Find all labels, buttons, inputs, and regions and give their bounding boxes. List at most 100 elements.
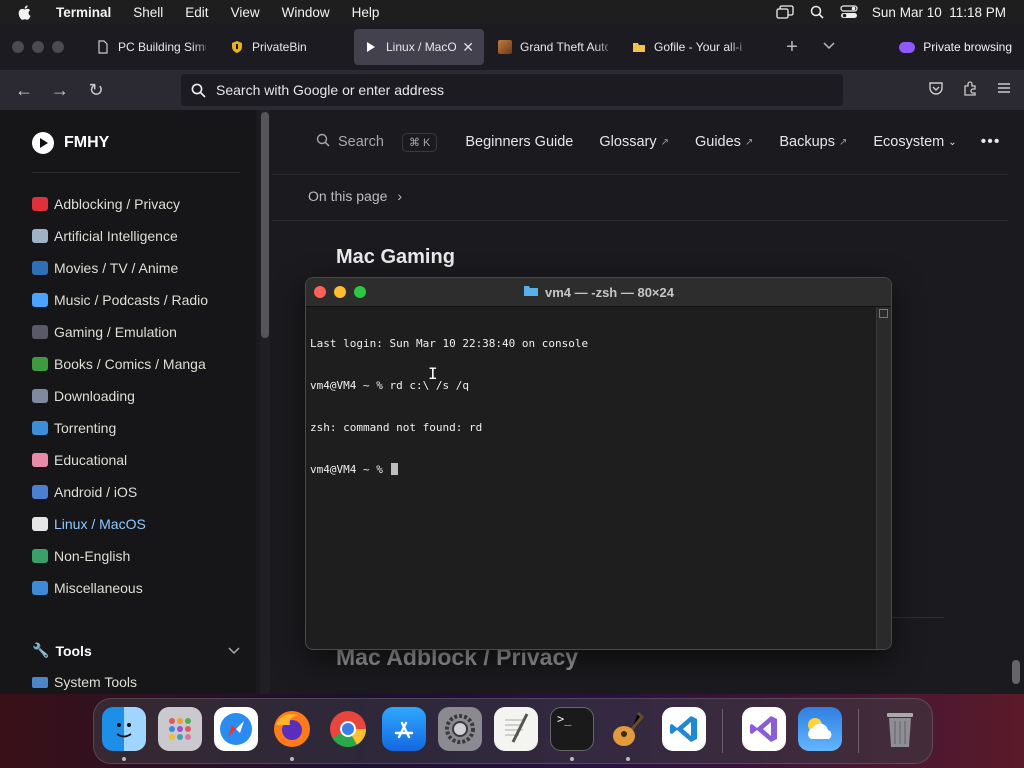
dock-textedit-icon[interactable] <box>494 707 538 751</box>
sidebar-item-system-tools[interactable]: System Tools <box>32 674 137 690</box>
menu-window[interactable]: Window <box>282 5 330 20</box>
menu-help[interactable]: Help <box>352 5 380 20</box>
dock-visual-studio-icon[interactable] <box>742 707 786 751</box>
dock-finder-icon[interactable] <box>102 707 146 751</box>
zoom-window-button[interactable] <box>52 41 64 53</box>
sidebar-item-label: Downloading <box>54 388 135 404</box>
sidebar-item-label: Music / Podcasts / Radio <box>54 292 209 308</box>
dock-system-settings-icon[interactable] <box>438 707 482 751</box>
chevron-down-icon[interactable] <box>822 38 842 56</box>
sidebar-item-artificial-intelligence[interactable]: Artificial Intelligence <box>32 220 242 252</box>
terminal-line: Last login: Sun Mar 10 22:38:40 on conso… <box>310 337 589 350</box>
terminal-scrollbar[interactable] <box>876 307 891 649</box>
sidebar-item-label: Gaming / Emulation <box>54 324 177 340</box>
screen-mirroring-icon[interactable] <box>776 5 794 19</box>
nav-glossary[interactable]: Glossary ↗ <box>599 134 669 150</box>
category-emoji-icon <box>32 485 48 499</box>
category-emoji-icon <box>32 421 48 435</box>
nav-ecosystem[interactable]: Ecosystem ⌄ <box>873 134 956 150</box>
address-bar[interactable]: Search with Google or enter address <box>181 74 843 106</box>
menu-clock[interactable]: Sun Mar 10 11:18 PM <box>872 5 1006 20</box>
tab-linux-macos[interactable]: Linux / MacOS ✕ <box>354 29 484 65</box>
dock-vscode-icon[interactable] <box>662 707 706 751</box>
fmhy-logo-icon <box>32 132 54 154</box>
sidebar-item-downloading[interactable]: Downloading <box>32 380 242 412</box>
close-window-button[interactable] <box>12 41 24 53</box>
pocket-icon[interactable] <box>928 80 944 101</box>
terminal-output[interactable]: Last login: Sun Mar 10 22:38:40 on conso… <box>306 307 876 649</box>
sidebar-item-books-comics-manga[interactable]: Books / Comics / Manga <box>32 348 242 380</box>
terminal-window[interactable]: vm4 — -zsh — 80×24 Last login: Sun Mar 1… <box>305 277 892 650</box>
menu-view[interactable]: View <box>231 5 260 20</box>
minimize-window-button[interactable] <box>334 286 346 298</box>
sidebar-item-gaming-emulation[interactable]: Gaming / Emulation <box>32 316 242 348</box>
close-window-button[interactable] <box>314 286 326 298</box>
sidebar-item-movies-tv-anime[interactable]: Movies / TV / Anime <box>32 252 242 284</box>
chevron-right-icon: › <box>397 188 403 204</box>
terminal-prompt-line[interactable]: vm4@VM4 ~ % <box>310 463 872 477</box>
zoom-window-button[interactable] <box>354 286 366 298</box>
category-emoji-icon <box>32 517 48 531</box>
spotlight-search-icon[interactable] <box>808 5 826 19</box>
sidebar-item-torrenting[interactable]: Torrenting <box>32 412 242 444</box>
minimize-window-button[interactable] <box>32 41 44 53</box>
apple-menu-icon[interactable] <box>18 4 32 20</box>
nav-beginners-guide[interactable]: Beginners Guide <box>465 134 573 150</box>
dock-chrome-icon[interactable] <box>326 707 370 751</box>
site-search-button[interactable]: Search ⌘ K <box>316 132 438 152</box>
forward-arrow-icon[interactable]: → <box>42 80 78 101</box>
tab-gta[interactable]: Grand Theft Auto <box>488 29 618 65</box>
sidebar-item-educational[interactable]: Educational <box>32 444 242 476</box>
nav-backups[interactable]: Backups ↗ <box>779 134 847 150</box>
sidebar-item-adblocking-privacy[interactable]: Adblocking / Privacy <box>32 188 242 220</box>
page-scrollbar[interactable] <box>1008 110 1024 694</box>
sidebar-item-linux-macos[interactable]: Linux / MacOS <box>32 508 242 540</box>
sidebar-item-label: Linux / MacOS <box>54 516 146 532</box>
tab-gofile[interactable]: Gofile - Your all-i <box>622 29 752 65</box>
tab-privatebin[interactable]: PrivateBin <box>220 29 350 65</box>
new-tab-button[interactable]: + <box>780 36 804 59</box>
sidebar-item-non-english[interactable]: Non-English <box>32 540 242 572</box>
sidebar-item-label: Movies / TV / Anime <box>54 260 179 276</box>
close-tab-icon[interactable]: ✕ <box>462 39 474 56</box>
sidebar-item-miscellaneous[interactable]: Miscellaneous <box>32 572 242 604</box>
dock-app-store-icon[interactable] <box>382 707 426 751</box>
dock-garageband-icon[interactable] <box>606 707 650 751</box>
sidebar-scrollbar[interactable] <box>260 110 270 694</box>
dock-launchpad-icon[interactable] <box>158 707 202 751</box>
sidebar-item-music-podcasts-radio[interactable]: Music / Podcasts / Radio <box>32 284 242 316</box>
on-this-page-toggle[interactable]: On this page › <box>308 188 402 204</box>
menu-app-name[interactable]: Terminal <box>56 5 111 20</box>
category-emoji-icon <box>32 453 48 467</box>
menu-shell[interactable]: Shell <box>133 5 163 20</box>
site-brand[interactable]: FMHY <box>32 132 109 154</box>
divider <box>272 220 1008 221</box>
toolbar-actions <box>928 80 1012 101</box>
tab-pc-building[interactable]: PC Building Simu <box>86 29 216 65</box>
heading-mac-gaming: Mac Gaming <box>336 246 455 268</box>
extensions-icon[interactable] <box>962 80 978 101</box>
nav-guides[interactable]: Guides ↗ <box>695 134 753 150</box>
chevron-down-icon[interactable] <box>228 644 240 658</box>
dock-trash-icon[interactable] <box>878 707 922 751</box>
terminal-line: vm4@VM4 ~ % rd c:\ /s /q <box>310 379 469 392</box>
back-arrow-icon[interactable]: ← <box>6 80 42 101</box>
document-icon <box>96 40 110 54</box>
sidebar-item-android-ios[interactable]: Android / iOS <box>32 476 242 508</box>
terminal-titlebar[interactable]: vm4 — -zsh — 80×24 <box>306 278 891 307</box>
menu-hamburger-icon[interactable] <box>996 80 1012 101</box>
dock-weather-icon[interactable] <box>798 707 842 751</box>
brand-name: FMHY <box>64 134 110 151</box>
more-options-icon[interactable]: ••• <box>981 133 1001 151</box>
sidebar-tools-header[interactable]: 🔧 Tools <box>32 642 240 659</box>
sidebar-item-label: Educational <box>54 452 128 468</box>
text-cursor <box>391 463 399 475</box>
dock-safari-icon[interactable] <box>214 707 258 751</box>
dock-firefox-icon[interactable] <box>270 707 314 751</box>
wrench-icon: 🔧 <box>32 642 50 658</box>
window-controls <box>12 41 64 53</box>
reload-icon[interactable]: ↻ <box>78 80 114 101</box>
menu-edit[interactable]: Edit <box>185 5 208 20</box>
control-center-icon[interactable] <box>840 5 858 19</box>
dock-terminal-icon[interactable]: >_ <box>550 707 594 751</box>
